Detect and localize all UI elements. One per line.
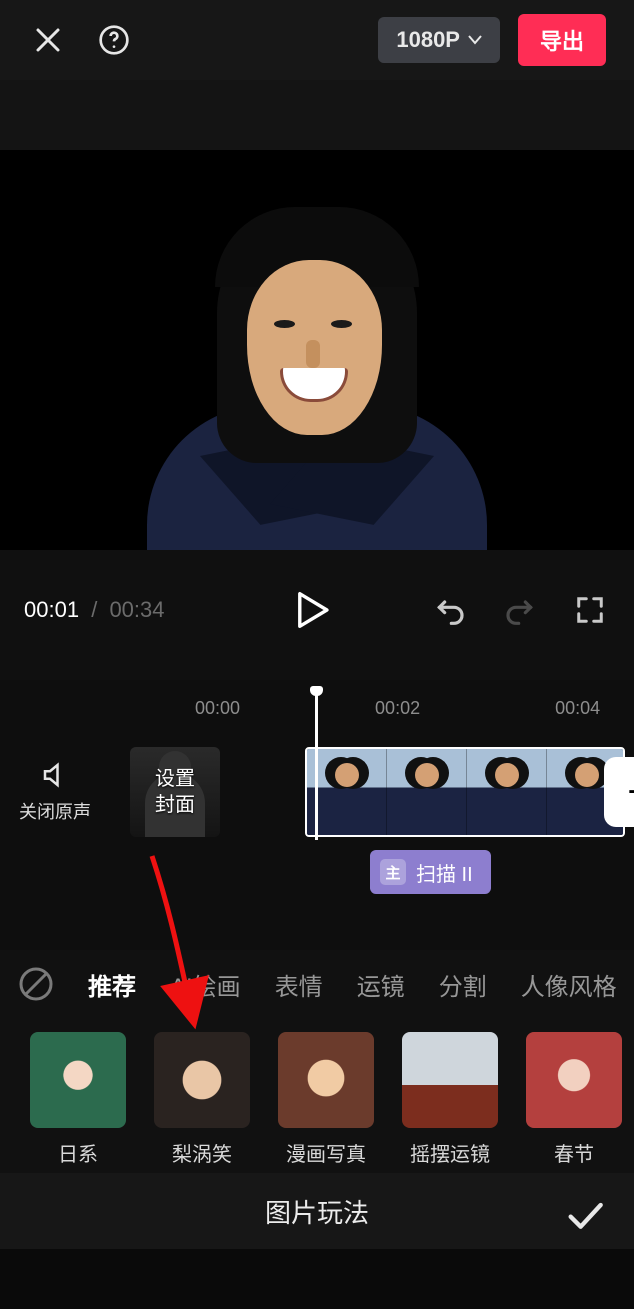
ruler-tick: 00:00	[195, 698, 240, 719]
set-cover-tile[interactable]: 设置 封面	[130, 747, 220, 837]
tab-recommend[interactable]: 推荐	[88, 967, 136, 1002]
clip-area[interactable]: +	[220, 747, 634, 837]
effect-category-tabs: 推荐 AI绘画 表情 运镜 分割 人像风格	[0, 950, 634, 1018]
none-icon	[18, 966, 54, 1002]
current-time: 00:01	[24, 597, 79, 622]
caret-down-icon	[468, 35, 482, 45]
cover-label-l1: 设置	[155, 768, 195, 790]
effect-label: 摇摆运镜	[410, 1138, 490, 1167]
player-right-controls	[430, 590, 610, 630]
tab-ai-draw[interactable]: AI绘画	[170, 967, 241, 1002]
resolution-label: 1080P	[396, 27, 460, 53]
timeline[interactable]: 00:00 00:02 00:04 关闭原声 设置 封面 +	[0, 680, 634, 950]
effect-thumbnail-row: 日系 梨涡笑 漫画写真 摇摆运镜 春节	[0, 1018, 634, 1173]
editor-topbar: 1080P 导出	[0, 0, 634, 80]
help-icon	[98, 24, 130, 56]
speaker-icon	[40, 760, 70, 790]
play-button[interactable]	[287, 585, 337, 635]
effect-thumb	[278, 1032, 374, 1128]
tab-split[interactable]: 分割	[439, 967, 487, 1002]
spacer	[0, 80, 634, 150]
close-button[interactable]	[28, 20, 68, 60]
redo-button[interactable]	[500, 590, 540, 630]
ruler-tick: 00:04	[555, 698, 600, 719]
effect-item[interactable]: 梨涡笑	[154, 1032, 250, 1167]
effect-chip-scan[interactable]: 主 扫描 II	[370, 850, 491, 894]
effect-thumb	[154, 1032, 250, 1128]
panel-footer: 图片玩法	[0, 1173, 634, 1249]
playhead[interactable]	[315, 690, 318, 840]
video-clip[interactable]	[305, 747, 625, 837]
effect-label: 漫画写真	[286, 1138, 366, 1167]
play-icon	[295, 591, 329, 629]
effect-thumb	[30, 1032, 126, 1128]
player-controls: 00:01 / 00:34	[0, 550, 634, 680]
close-icon	[33, 25, 63, 55]
effect-item[interactable]: 摇摆运镜	[402, 1032, 498, 1167]
total-duration: 00:34	[109, 597, 164, 622]
video-preview[interactable]	[0, 150, 634, 550]
plus-icon: +	[627, 770, 634, 815]
clear-effect-button[interactable]	[18, 966, 54, 1002]
add-clip-button[interactable]: +	[604, 757, 634, 827]
panel-title: 图片玩法	[265, 1193, 369, 1230]
mute-label: 关闭原声	[19, 798, 91, 824]
redo-icon	[504, 594, 536, 626]
tab-expression[interactable]: 表情	[275, 967, 323, 1002]
clip-frame	[467, 749, 547, 835]
effect-item[interactable]: 漫画写真	[278, 1032, 374, 1167]
effect-thumb	[526, 1032, 622, 1128]
time-display: 00:01 / 00:34	[24, 597, 165, 623]
clip-frame	[307, 749, 387, 835]
topbar-right: 1080P 导出	[378, 14, 606, 66]
check-icon	[564, 1195, 604, 1235]
clip-frame	[387, 749, 467, 835]
fullscreen-icon	[575, 595, 605, 625]
undo-button[interactable]	[430, 590, 470, 630]
confirm-button[interactable]	[564, 1195, 604, 1235]
mute-original-audio[interactable]: 关闭原声	[0, 760, 110, 824]
time-separator: /	[91, 597, 97, 622]
undo-icon	[434, 594, 466, 626]
tab-camera-move[interactable]: 运镜	[357, 967, 405, 1002]
effect-label: 春节	[554, 1138, 594, 1167]
effect-label: 梨涡笑	[172, 1138, 232, 1167]
tab-portrait-style[interactable]: 人像风格	[521, 967, 617, 1002]
effect-label: 日系	[58, 1138, 98, 1167]
effect-item[interactable]: 日系	[30, 1032, 126, 1167]
ruler-tick: 00:02	[375, 698, 420, 719]
resolution-selector[interactable]: 1080P	[378, 17, 500, 63]
effect-glyph: 主	[380, 859, 406, 885]
effect-chip-label: 扫描 II	[416, 858, 473, 887]
topbar-left	[28, 20, 134, 60]
export-button[interactable]: 导出	[518, 14, 606, 66]
effect-item[interactable]: 春节	[526, 1032, 622, 1167]
effect-thumb	[402, 1032, 498, 1128]
help-button[interactable]	[94, 20, 134, 60]
cover-label-l2: 封面	[155, 794, 195, 816]
fullscreen-button[interactable]	[570, 590, 610, 630]
preview-subject	[137, 195, 497, 550]
